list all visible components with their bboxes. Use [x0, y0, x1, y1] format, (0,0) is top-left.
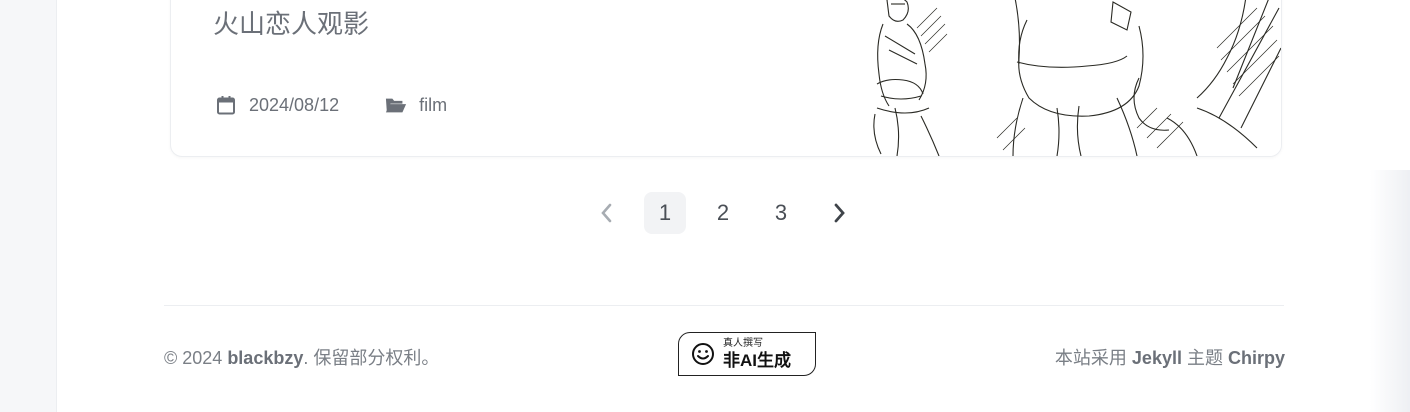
- post-title[interactable]: 火山恋人观影: [213, 4, 369, 41]
- post-date-text: 2024/08/12: [249, 94, 340, 115]
- prev-page-button[interactable]: [586, 192, 628, 234]
- calendar-icon: [215, 94, 237, 116]
- page: 火山恋人观影 2024/08/12 film 1 2 3 © 2024 blac…: [0, 0, 1410, 412]
- post-preview-image[interactable]: [817, 0, 1281, 156]
- footer-theme-credit: 本站采用 Jekyll 主题 Chirpy: [1055, 344, 1285, 370]
- right-panel-shadow: [1370, 170, 1410, 412]
- page-3-button[interactable]: 3: [760, 192, 802, 234]
- owner-link[interactable]: blackbzy: [227, 348, 303, 368]
- post-meta: 2024/08/12 film: [215, 94, 493, 116]
- smiley-icon: [692, 343, 714, 365]
- left-sidebar-edge: [0, 0, 57, 412]
- rights-text: . 保留部分权利。: [303, 348, 440, 368]
- post-card[interactable]: 火山恋人观影 2024/08/12 film: [170, 0, 1282, 157]
- jekyll-link[interactable]: Jekyll: [1132, 348, 1182, 368]
- badge-line-2: 非AI生成: [723, 351, 791, 370]
- post-date: 2024/08/12: [215, 94, 339, 116]
- theme-prefix: 本站采用: [1054, 348, 1132, 368]
- chevron-left-icon: [601, 203, 612, 223]
- badge-line-1: 真人撰写: [723, 338, 763, 349]
- post-category[interactable]: film: [385, 94, 447, 116]
- next-page-button[interactable]: [818, 192, 860, 234]
- chevron-right-icon: [834, 203, 845, 223]
- badge-text: 真人撰写 非AI生成: [723, 338, 791, 370]
- not-ai-badge[interactable]: 真人撰写 非AI生成: [678, 332, 816, 376]
- chirpy-link[interactable]: Chirpy: [1228, 348, 1285, 368]
- theme-mid: 主题: [1181, 348, 1228, 368]
- sketch-illustration: [873, 0, 1281, 156]
- footer-divider: [164, 305, 1284, 306]
- post-category-link[interactable]: film: [419, 95, 447, 116]
- copyright-prefix: © 2024: [164, 348, 228, 368]
- pagination: 1 2 3: [586, 192, 860, 234]
- page-1-button[interactable]: 1: [644, 192, 686, 234]
- footer-copyright: © 2024 blackbzy. 保留部分权利。: [164, 344, 439, 370]
- page-2-button[interactable]: 2: [702, 192, 744, 234]
- folder-open-icon: [385, 94, 407, 116]
